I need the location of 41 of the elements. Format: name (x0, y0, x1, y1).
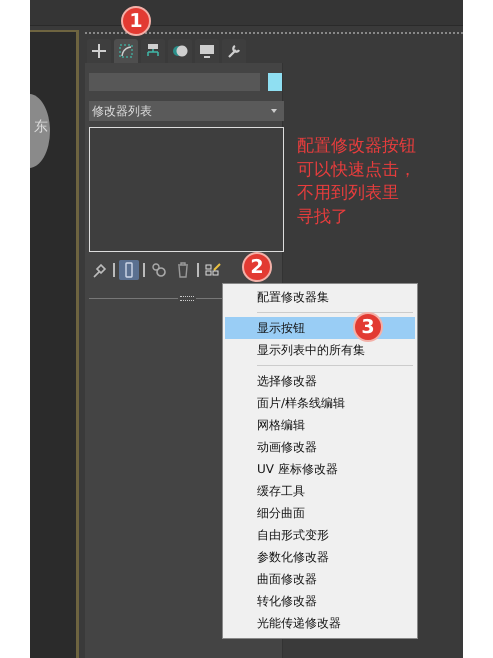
stack-tool-button[interactable] (119, 260, 139, 280)
panel-tab[interactable] (87, 39, 111, 63)
panel-tab[interactable] (195, 39, 219, 63)
menu-item[interactable]: 配置修改器集 (225, 286, 415, 308)
rollout-grip-icon[interactable] (180, 296, 194, 301)
menu-item[interactable]: 显示列表中的所有集 (225, 339, 415, 361)
curve-icon (118, 43, 134, 59)
annotation-text: 配置修改器按钮 (297, 135, 416, 158)
panel-tab[interactable] (114, 39, 138, 63)
plus-icon (91, 43, 107, 59)
menu-item[interactable]: 参数化修改器 (225, 546, 415, 568)
panel-tab[interactable] (141, 39, 165, 63)
menu-item[interactable]: 细分曲面 (225, 502, 415, 524)
color-swatch[interactable] (268, 73, 282, 91)
trash-icon (175, 262, 191, 278)
menu-item[interactable]: UV 座标修改器 (225, 458, 415, 480)
modifier-list-dropdown[interactable]: 修改器列表 (89, 101, 284, 121)
menu-item[interactable]: 动画修改器 (225, 436, 415, 458)
menu-item[interactable]: 面片/样条线编辑 (225, 392, 415, 414)
menu-item[interactable]: 光能传递修改器 (225, 612, 415, 634)
configure-icon (205, 262, 221, 278)
annotation-text: 可以快速点击， (297, 158, 416, 182)
menu-item[interactable]: 选择修改器 (225, 370, 415, 392)
spheres-icon (151, 262, 167, 278)
menu-item[interactable]: 自由形式变形 (225, 524, 415, 546)
pin-icon (91, 262, 107, 278)
hierarchy-icon (145, 43, 161, 59)
compass-label: 东 (34, 118, 48, 136)
annotation-text: 寻找了 (297, 206, 349, 228)
circles-icon (172, 43, 188, 59)
menu-item[interactable]: 转化修改器 (225, 590, 415, 612)
panel-tab[interactable] (222, 39, 246, 63)
menu-item[interactable]: 网格编辑 (225, 414, 415, 436)
wrench-icon (226, 43, 242, 59)
menu-item[interactable]: 曲面修改器 (225, 568, 415, 590)
dropdown-caret-icon (271, 109, 277, 113)
menu-item[interactable]: 缓存工具 (225, 480, 415, 502)
panel-tab[interactable] (168, 39, 192, 63)
monitor-icon (199, 43, 215, 59)
modifier-stack[interactable] (89, 127, 284, 252)
annotation-text: 不用到列表里 (297, 182, 400, 205)
